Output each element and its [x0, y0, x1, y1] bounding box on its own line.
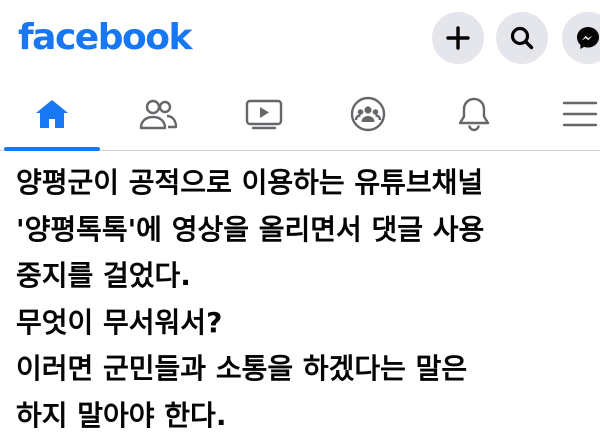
post-line: 양평군이 공적으로 이용하는 유튜브채널	[16, 160, 600, 207]
facebook-logo[interactable]: facebook	[18, 12, 191, 64]
bell-icon	[456, 95, 492, 133]
groups-icon	[349, 95, 387, 133]
tab-notifications[interactable]	[434, 78, 514, 150]
post-line: 중지를 걸었다.	[16, 253, 600, 300]
messenger-button[interactable]	[562, 12, 600, 64]
plus-icon	[445, 25, 471, 51]
post-line: '양평톡톡'에 영상을 올리면서 댓글 사용	[16, 207, 600, 254]
tab-video[interactable]	[224, 78, 304, 150]
search-icon	[509, 25, 535, 51]
tab-friends[interactable]	[118, 78, 198, 150]
post-line: 하지 말아야 한다.	[16, 393, 600, 439]
search-button[interactable]	[496, 12, 548, 64]
menu-icon	[560, 98, 600, 130]
top-bar: facebook	[0, 0, 600, 78]
post-line: 이러면 군민들과 소통을 하겠다는 말은	[16, 346, 600, 393]
post-line: 무엇이 무서워서?	[16, 300, 600, 347]
friends-icon	[138, 97, 178, 131]
main-navigation	[0, 78, 600, 151]
create-button[interactable]	[432, 12, 484, 64]
active-tab-indicator	[4, 147, 100, 151]
messenger-icon	[574, 24, 600, 52]
tab-home[interactable]	[12, 78, 92, 150]
video-icon	[244, 97, 284, 131]
home-icon	[33, 96, 71, 132]
tab-groups[interactable]	[328, 78, 408, 150]
post-text: 양평군이 공적으로 이용하는 유튜브채널 '양평톡톡'에 영상을 올리면서 댓글…	[16, 160, 600, 439]
tab-menu[interactable]	[540, 78, 600, 150]
